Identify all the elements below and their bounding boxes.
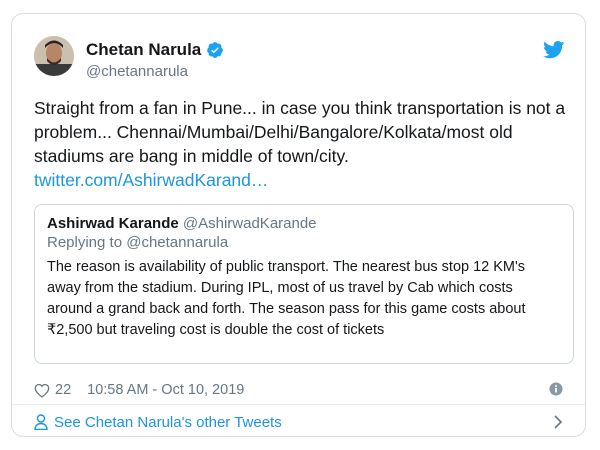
tweet-text: Straight from a fan in Pune... in case y…	[34, 98, 566, 166]
tweet-card: Chetan Narula @chetannarula Straight fro…	[11, 13, 586, 437]
chevron-right-icon[interactable]	[553, 415, 563, 429]
tweet-meta: 22 10:58 AM - Oct 10, 2019	[34, 380, 563, 400]
verified-badge-icon	[207, 42, 224, 58]
person-icon	[34, 414, 48, 430]
quote-author-name: Ashirwad Karande	[47, 215, 179, 232]
timestamp[interactable]: 10:58 AM - Oct 10, 2019	[87, 382, 244, 398]
quote-body: The reason is availability of public tra…	[47, 259, 526, 338]
tweet-text-block: Straight from a fan in Pune... in case y…	[34, 96, 569, 192]
see-other-tweets-link[interactable]: See Chetan Narula's other Tweets	[34, 410, 563, 434]
twitter-bird-icon[interactable]	[543, 41, 565, 59]
author-handle[interactable]: @chetannarula	[86, 63, 224, 80]
quote-header: Ashirwad Karande @AshirwadKarande	[47, 215, 561, 232]
quote-author-handle: @AshirwadKarande	[182, 215, 317, 232]
info-icon[interactable]	[549, 382, 563, 396]
avatar[interactable]	[34, 36, 74, 76]
tweet-link[interactable]: twitter.com/AshirwadKarand…	[34, 170, 268, 190]
replying-to-handle[interactable]: @chetannarula	[126, 234, 228, 251]
quoted-tweet[interactable]: Ashirwad Karande @AshirwadKarande Replyi…	[34, 204, 574, 364]
replying-to: Replying to @chetannarula	[47, 234, 561, 251]
divider	[12, 404, 585, 405]
replying-prefix: Replying to	[47, 234, 123, 251]
author-name[interactable]: Chetan Narula	[86, 40, 201, 60]
see-other-tweets-label[interactable]: See Chetan Narula's other Tweets	[54, 414, 282, 431]
like-count[interactable]: 22	[55, 382, 71, 398]
author-name-row[interactable]: Chetan Narula	[86, 40, 224, 60]
author-block: Chetan Narula @chetannarula	[86, 40, 224, 80]
heart-icon[interactable]	[34, 383, 50, 398]
